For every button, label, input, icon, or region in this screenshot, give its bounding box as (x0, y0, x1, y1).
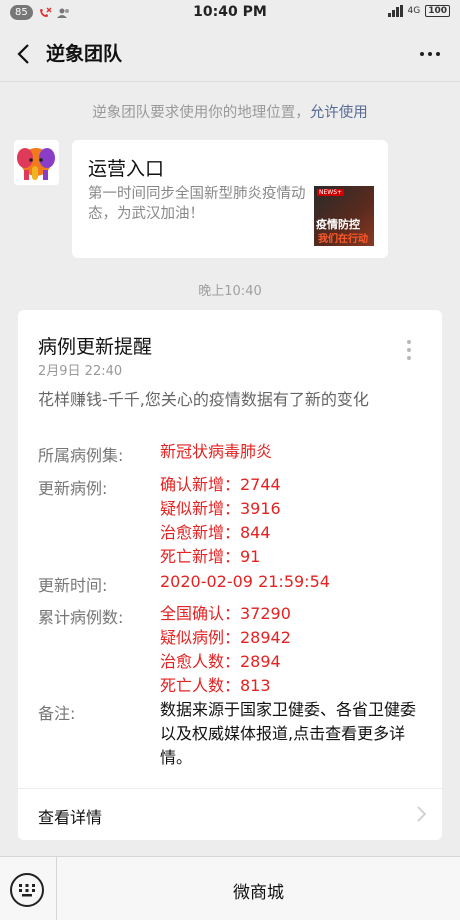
update-time-text: 2020-02-09 21:59:54 (160, 572, 330, 591)
update-card-intro: 花样赚钱-千千,您关心的疫情数据有了新的变化 (38, 390, 369, 409)
status-right: 4G 100 (387, 5, 450, 17)
keyboard-toggle-button[interactable] (10, 873, 44, 907)
case-update-card[interactable]: 病例更新提醒 2月9日 22:40 花样赚钱-千千,您关心的疫情数据有了新的变化… (18, 310, 442, 840)
view-details-link[interactable]: 查看详情 (18, 789, 442, 839)
dataset-label: 所属病例集: (38, 446, 124, 465)
back-arrow-icon (17, 44, 29, 64)
total-confirmed: 全国确认：37290 (160, 604, 291, 623)
view-details-label: 查看详情 (38, 808, 103, 827)
menu-item-label: 微商城 (233, 883, 284, 903)
page-title: 逆象团队 (46, 43, 123, 65)
update-card-title: 病例更新提醒 (38, 336, 153, 358)
total-deaths: 死亡人数：813 (160, 676, 271, 695)
update-suspected: 疑似新增：3916 (160, 499, 281, 518)
card-menu-button[interactable] (404, 340, 414, 368)
note-value: 数据来源于国家卫健委、各省卫健委以及权威媒体报道,点击查看更多详情。 (160, 700, 417, 767)
article-description: 第一时间同步全国新型肺炎疫情动态，为武汉加油！ (88, 186, 306, 222)
article-title: 运营入口 (88, 158, 165, 180)
dataset-value-text: 新冠状病毒肺炎 (160, 442, 273, 461)
update-time-label: 更新时间: (38, 576, 108, 595)
update-deaths: 死亡新增：91 (160, 547, 261, 566)
signal-icon (387, 5, 403, 17)
dataset-value: 新冠状病毒肺炎 (160, 440, 272, 464)
battery-icon: 100 (425, 5, 450, 17)
bottom-menu-bar: 微商城 (0, 856, 460, 920)
location-notice: 逆象团队要求使用你的地理位置，允许使用 (0, 101, 460, 122)
more-vertical-icon (407, 340, 411, 344)
update-recovered: 治愈新增：844 (160, 523, 271, 542)
update-cases-list: 确认新增：2744 疑似新增：3916 治愈新增：844 死亡新增：91 (160, 473, 281, 569)
more-horizontal-icon (420, 52, 424, 56)
article-message-card[interactable]: 运营入口 第一时间同步全国新型肺炎疫情动态，为武汉加油！ NEWS+ 疫情防控 … (72, 140, 388, 258)
thumbnail-line-2: 我们在行动 (318, 234, 368, 245)
elephant-logo-icon (14, 140, 59, 185)
update-cases-label: 更新病例: (38, 479, 108, 498)
title-bar: 逆象团队 (0, 26, 460, 82)
keyboard-icon (19, 884, 35, 897)
avatar[interactable] (14, 140, 59, 185)
total-recovered: 治愈人数：2894 (160, 652, 281, 671)
update-card-date: 2月9日 22:40 (38, 364, 123, 379)
more-options-button[interactable] (414, 39, 446, 69)
update-time-value: 2020-02-09 21:59:54 (160, 570, 330, 594)
total-cases-label: 累计病例数: (38, 608, 124, 627)
menu-item-micro-mall[interactable]: 微商城 (57, 857, 460, 920)
message-timestamp: 晚上10:40 (198, 284, 262, 299)
allow-location-link[interactable]: 允许使用 (310, 105, 368, 121)
location-notice-text: 逆象团队要求使用你的地理位置， (92, 105, 310, 121)
status-bar: 85 10:40 PM 4G 100 (0, 0, 460, 26)
note-label: 备注: (38, 704, 76, 723)
network-type: 4G (407, 6, 421, 16)
article-thumbnail: NEWS+ 疫情防控 我们在行动 (314, 186, 374, 246)
chevron-right-icon (417, 806, 427, 822)
update-confirmed: 确认新增：2744 (160, 475, 281, 494)
total-cases-list: 全国确认：37290 疑似病例：28942 治愈人数：2894 死亡人数：813 (160, 602, 291, 698)
thumbnail-tag: NEWS+ (317, 189, 345, 196)
back-button[interactable] (8, 37, 42, 71)
total-suspected: 疑似病例：28942 (160, 628, 291, 647)
